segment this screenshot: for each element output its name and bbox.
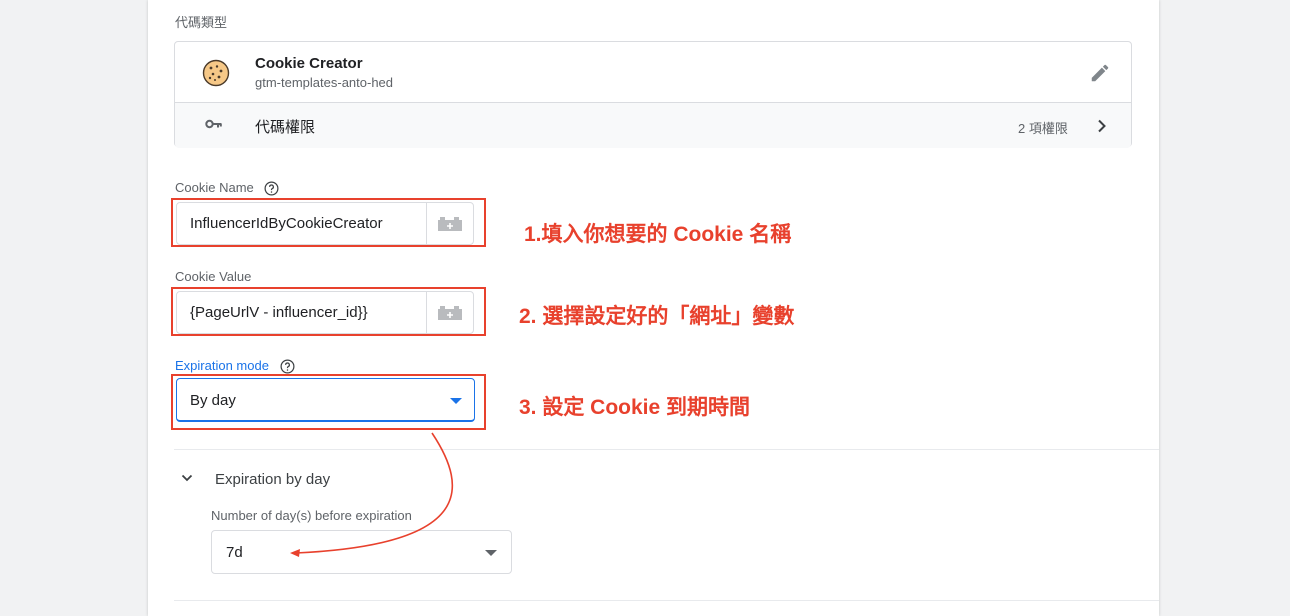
days-before-expiration-value: 7d bbox=[226, 544, 243, 561]
help-icon[interactable] bbox=[280, 359, 295, 374]
variable-picker-button[interactable] bbox=[426, 292, 473, 333]
cookie-value-label: Cookie Value bbox=[175, 269, 252, 284]
tag-type-card[interactable]: Cookie Creator gtm-templates-anto-hed bbox=[174, 41, 1132, 148]
cookie-name-field[interactable]: InfluencerIdByCookieCreator bbox=[176, 202, 474, 245]
annotation-step1: 1.填入你想要的 Cookie 名稱 bbox=[524, 223, 792, 246]
variable-picker-button[interactable] bbox=[426, 203, 473, 244]
key-icon bbox=[205, 119, 222, 129]
tag-type-section-label: 代碼類型 bbox=[175, 15, 228, 30]
help-icon[interactable] bbox=[264, 181, 279, 196]
expiration-mode-label: Expiration mode bbox=[175, 358, 295, 374]
expiration-mode-value: By day bbox=[190, 392, 236, 409]
expiration-mode-select[interactable]: By day bbox=[176, 378, 475, 422]
annotation-step2: 2. 選擇設定好的「網址」變數 bbox=[519, 305, 795, 328]
cookie-value-input[interactable]: {PageUrlV - influencer_id}} bbox=[190, 304, 368, 321]
dropdown-arrow-icon bbox=[450, 398, 462, 404]
section-divider bbox=[174, 449, 1159, 450]
chevron-down-icon[interactable] bbox=[181, 474, 193, 483]
permissions-label: 代碼權限 bbox=[255, 119, 316, 136]
edit-pencil-icon[interactable] bbox=[1089, 62, 1111, 84]
section-divider bbox=[174, 600, 1159, 601]
tag-template-row[interactable]: Cookie Creator gtm-templates-anto-hed bbox=[175, 42, 1131, 103]
variable-brick-icon bbox=[438, 305, 462, 320]
variable-brick-icon bbox=[438, 216, 462, 231]
cookie-name-input[interactable]: InfluencerIdByCookieCreator bbox=[190, 215, 383, 232]
days-before-expiration-label: Number of day(s) before expiration bbox=[211, 508, 412, 523]
cookie-value-field[interactable]: {PageUrlV - influencer_id}} bbox=[176, 291, 474, 334]
annotation-step3: 3. 設定 Cookie 到期時間 bbox=[519, 396, 751, 419]
permissions-count: 2 項權限 bbox=[1018, 121, 1068, 136]
tag-permissions-row[interactable] bbox=[175, 103, 1131, 148]
cookie-name-label: Cookie Name bbox=[175, 180, 279, 196]
dropdown-arrow-icon bbox=[485, 550, 497, 556]
expiration-by-day-header[interactable]: Expiration by day bbox=[215, 471, 330, 488]
tag-template-id: gtm-templates-anto-hed bbox=[255, 75, 394, 90]
chevron-right-icon[interactable] bbox=[1096, 119, 1108, 133]
cookie-icon bbox=[202, 59, 230, 87]
tag-template-name: Cookie Creator bbox=[255, 55, 363, 72]
days-before-expiration-select[interactable]: 7d bbox=[211, 530, 512, 574]
